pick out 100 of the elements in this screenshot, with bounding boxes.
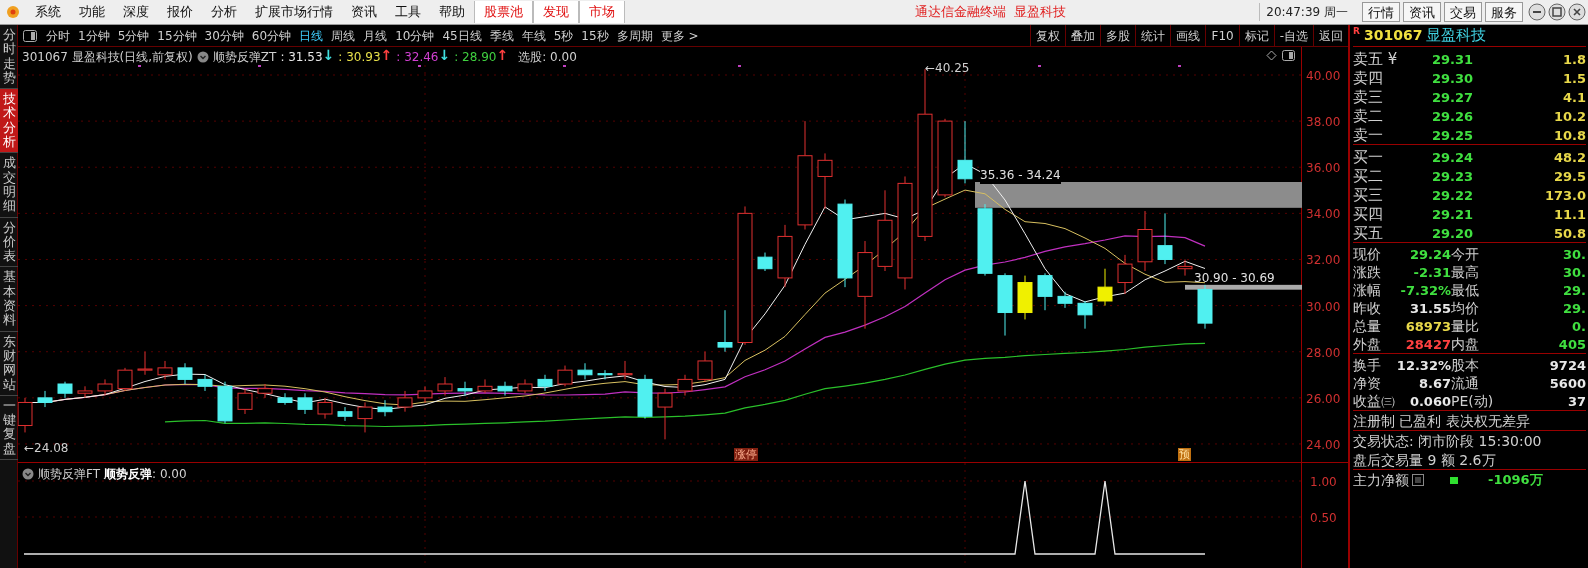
period-tab[interactable]: 5分钟 [113,26,154,45]
toolbar-button[interactable]: 统计 [1135,24,1171,47]
axis-tick-label: 30.00 [1306,298,1341,316]
top-button[interactable]: 行情 [1362,2,1400,22]
order-volume: 1.8 [1561,50,1586,69]
quote-label: 均价 [1451,299,1480,318]
zone-label: 35.36 - 34.24 [980,166,1061,184]
toolbar-button[interactable]: 标记 [1238,24,1274,47]
order-price: 29.31 [1430,50,1473,69]
restore-icon[interactable] [1548,3,1566,21]
quote-value: 31.55 [1408,299,1451,318]
menu-item[interactable]: 分析 [202,1,246,23]
quote-value: 37 [1566,392,1586,411]
quote-value: -2.31 [1412,263,1451,282]
order-volume: 173.0 [1543,186,1586,205]
quote-value: 8.67 [1417,374,1451,393]
period-tab[interactable]: 5秒 [549,26,578,45]
quote-value: 0.060 [1408,392,1451,411]
indicator-menu-icon[interactable] [22,468,34,480]
quote-value: 29.24 [1408,245,1451,264]
order-price: 29.23 [1430,167,1473,186]
period-tab[interactable]: 日线 [295,26,328,45]
side-tab[interactable]: 成交明细 [0,153,18,218]
order-label: 买二 [1353,166,1384,187]
toolbar-button[interactable]: 多股 [1100,24,1136,47]
indicator-name: 顺势反弹FT [38,466,101,483]
menu-item[interactable]: 发现 [533,1,579,23]
indicator-value: : 0.00 [152,466,187,483]
period-tab[interactable]: 30分钟 [200,26,248,45]
axis-tick-label: 32.00 [1306,252,1341,270]
period-tab[interactable]: 季线 [485,26,518,45]
high-price-label: ←40.25 [925,60,970,78]
indicator-menu-icon[interactable] [196,51,209,63]
period-tab[interactable]: 分时 [42,26,74,45]
order-label: 卖四 [1353,68,1384,89]
net-flow-value: -1096万 [1488,471,1543,490]
after-hours-volume: 盘后交易量 9 额 2.6万 [1353,450,1586,470]
side-tab[interactable]: 基本资料 [0,267,18,332]
menu-item[interactable]: 功能 [70,1,114,23]
indicator-name: 顺势反弹ZT [212,49,277,66]
order-price: 29.24 [1430,148,1473,167]
order-price: 29.20 [1430,224,1473,243]
toolbar-button[interactable]: 画线 [1170,24,1206,47]
period-tab[interactable]: 60分钟 [247,26,296,45]
period-tab[interactable]: 更多 > [656,26,703,45]
side-tab[interactable]: 东财网站 [0,331,18,396]
period-tab[interactable]: 1分钟 [74,26,114,45]
trend-arrow: ↓ [322,48,335,65]
top-button[interactable]: 交易 [1444,2,1482,22]
period-tab[interactable]: 45日线 [438,26,486,45]
quote-value: 405 [1557,335,1586,354]
toolbar-button[interactable]: -自选 [1273,24,1313,47]
menu-item[interactable]: 报价 [158,1,202,23]
quote-value: 68973 [1404,317,1451,336]
minimize-icon[interactable] [1528,3,1546,21]
menu-item[interactable]: 扩展市场行情 [246,1,342,23]
quote-value: 12.32% [1395,356,1451,375]
order-label: 买四 [1353,204,1384,225]
period-tab[interactable]: 10分钟 [391,26,439,45]
period-tab[interactable]: 15秒 [577,26,613,45]
quote-label: 股本 [1451,356,1480,375]
toolbar-button[interactable]: 返回 [1313,24,1348,47]
period-tab[interactable]: 多周期 [612,26,657,45]
axis-tick-label: 40.00 [1306,68,1341,85]
menu-item[interactable]: 系统 [26,1,70,23]
menu-item[interactable]: 市场 [579,1,625,23]
quote-label: 现价 [1353,245,1382,264]
list-icon[interactable] [1412,474,1424,486]
period-tab[interactable]: 周线 [327,26,360,45]
diamond-icon[interactable] [1266,50,1277,61]
menu-item[interactable]: 资讯 [342,1,386,23]
side-tab[interactable]: 技术分析 [0,89,18,154]
stock-name: 显盈科技 [1426,25,1487,47]
period-tab[interactable]: 15分钟 [153,26,201,45]
toolbar-button[interactable]: 复权 [1030,24,1066,47]
top-button[interactable]: 资讯 [1403,2,1441,22]
side-tab[interactable]: 分价表 [0,217,18,268]
close-icon[interactable] [1568,3,1586,21]
indicator-value: : 32.46 [396,49,439,66]
order-volume: 1.5 [1561,69,1586,88]
order-label: 卖五 ¥ [1353,49,1399,70]
menu-item[interactable]: 帮助 [430,1,474,23]
menu-item[interactable]: 工具 [386,1,430,23]
quote-label: 外盘 [1353,335,1382,354]
top-button[interactable]: 服务 [1485,2,1523,22]
panel-toggle-icon[interactable] [23,29,37,42]
menu-item[interactable]: 股票池 [474,1,533,23]
toolbar-button[interactable]: 叠加 [1065,24,1101,47]
quote-value: 30. [1561,263,1586,282]
period-tab[interactable]: 年线 [517,26,550,45]
order-volume: 11.1 [1552,205,1586,224]
menu-item[interactable]: 深度 [114,1,158,23]
axis-tick-label: 36.00 [1306,160,1341,178]
axis-tick-label: 38.00 [1306,114,1341,132]
indicator-value: : 28.90 [454,49,497,66]
period-tab[interactable]: 月线 [359,26,392,45]
toolbar-button[interactable]: F10 [1205,24,1239,47]
order-price: 29.26 [1430,107,1473,126]
axis-tick-label: 1.00 [1310,474,1337,491]
panel-toggle-icon[interactable] [1282,50,1295,61]
